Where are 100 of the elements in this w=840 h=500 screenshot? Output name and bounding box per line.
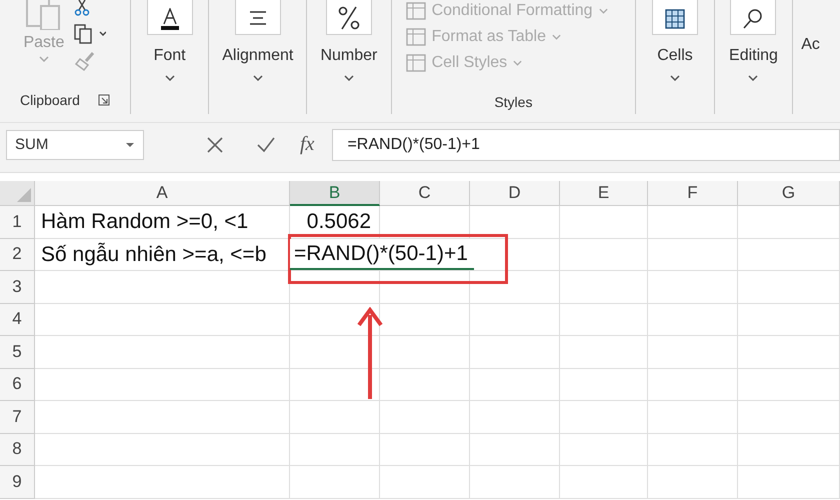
column-header[interactable]: A (35, 181, 290, 206)
table-cell[interactable] (738, 401, 840, 434)
table-cell[interactable] (380, 434, 470, 466)
table-cell[interactable] (470, 368, 560, 401)
table-cell[interactable] (35, 434, 290, 466)
ribbon-button-label[interactable]: Alignment (222, 47, 294, 65)
cell-editor[interactable]: =RAND()*(50-1)+1 (290, 238, 474, 270)
table-cell[interactable] (560, 304, 648, 336)
ribbon-button[interactable] (326, 0, 372, 35)
table-cell[interactable] (738, 466, 840, 498)
table-cell[interactable] (35, 368, 290, 401)
ribbon-button-label[interactable]: Number (320, 47, 378, 65)
row-header[interactable]: 6 (0, 368, 35, 401)
table-cell[interactable] (35, 401, 290, 434)
table-cell[interactable] (648, 238, 738, 271)
chevron-icon[interactable] (252, 75, 263, 81)
table-cell[interactable] (560, 271, 648, 304)
row-header[interactable]: 4 (0, 304, 35, 336)
table-cell[interactable] (648, 304, 738, 336)
column-header[interactable]: D (470, 181, 560, 206)
table-cell[interactable] (290, 304, 380, 336)
table-cell[interactable] (290, 336, 380, 368)
row-header[interactable]: 9 (0, 466, 35, 498)
table-cell[interactable] (290, 401, 380, 434)
table-cell[interactable] (290, 466, 380, 498)
row-header[interactable]: 1 (0, 206, 35, 238)
select-all-corner[interactable] (0, 181, 35, 206)
row-header[interactable]: 3 (0, 271, 35, 304)
table-cell[interactable] (560, 434, 648, 466)
table-cell[interactable] (738, 434, 840, 466)
table-cell[interactable] (470, 401, 560, 434)
ribbon-button[interactable] (652, 0, 698, 35)
ribbon-button[interactable] (234, 0, 281, 35)
chevron-icon[interactable] (748, 75, 758, 81)
formula-input[interactable]: =RAND()*(50-1)+1 (332, 128, 840, 160)
chevron-icon[interactable] (164, 75, 175, 81)
row-header[interactable]: 2 (0, 238, 35, 271)
cancel-icon[interactable] (206, 136, 224, 154)
table-cell[interactable] (648, 401, 738, 434)
table-cell[interactable] (738, 206, 840, 238)
table-cell[interactable] (738, 368, 840, 401)
table-cell[interactable] (35, 466, 290, 498)
column-header[interactable]: E (560, 181, 648, 206)
table-cell[interactable] (470, 304, 560, 336)
table-cell[interactable] (648, 434, 738, 466)
table-cell[interactable] (470, 466, 560, 498)
table-cell[interactable] (470, 206, 560, 238)
table-cell[interactable]: =RAND()*(50-1)+1 (290, 238, 560, 271)
table-cell[interactable] (648, 466, 738, 498)
table-cell[interactable] (648, 271, 738, 304)
table-cell[interactable]: Hàm Random >=0, <1 (35, 206, 290, 238)
ribbon-button-label[interactable]: Ac (801, 36, 820, 54)
table-cell[interactable] (560, 206, 648, 238)
ribbon-button[interactable] (146, 0, 193, 35)
chevron-icon[interactable] (670, 75, 680, 81)
table-cell[interactable] (290, 271, 380, 304)
column-header[interactable]: B (290, 181, 380, 206)
table-cell[interactable] (648, 336, 738, 368)
table-cell[interactable] (35, 336, 290, 368)
column-header[interactable]: G (738, 181, 840, 206)
table-cell[interactable] (470, 271, 560, 304)
checkmark-icon[interactable] (256, 136, 276, 154)
insert-function-button[interactable]: fx (300, 133, 314, 156)
brush-icon[interactable] (74, 52, 96, 72)
table-cell[interactable] (560, 368, 648, 401)
table-cell[interactable] (380, 271, 470, 304)
ribbon-button-label[interactable]: Editing (729, 47, 778, 65)
ribbon-button[interactable] (730, 0, 776, 35)
table-cell[interactable] (380, 401, 470, 434)
table-cell[interactable] (35, 304, 290, 336)
table-cell[interactable] (648, 206, 738, 238)
table-cell[interactable] (470, 434, 560, 466)
table-cell[interactable] (380, 304, 470, 336)
scissors-icon[interactable] (74, 0, 90, 16)
table-cell[interactable] (560, 238, 648, 271)
table-cell[interactable] (560, 401, 648, 434)
table-cell[interactable] (560, 466, 648, 498)
table-cell[interactable] (560, 336, 648, 368)
table-cell[interactable] (380, 466, 470, 498)
copy-icon[interactable] (74, 24, 106, 44)
row-header[interactable]: 5 (0, 336, 35, 368)
chevron-icon[interactable] (344, 75, 354, 81)
ribbon-button-label[interactable]: Cells (657, 47, 693, 65)
column-header[interactable]: C (380, 181, 470, 206)
table-cell[interactable] (738, 304, 840, 336)
table-cell[interactable] (380, 368, 470, 401)
ribbon-button-label[interactable]: Font (154, 47, 186, 65)
table-cell[interactable] (290, 434, 380, 466)
column-header[interactable]: F (648, 181, 738, 206)
dropdown-icon[interactable] (125, 142, 135, 148)
table-cell[interactable] (738, 271, 840, 304)
row-header[interactable]: 8 (0, 434, 35, 466)
row-header[interactable]: 7 (0, 401, 35, 434)
dialog-launcher-icon[interactable] (98, 94, 110, 106)
paste-icon[interactable] (24, 0, 63, 30)
table-cell[interactable] (290, 368, 380, 401)
table-cell[interactable] (648, 368, 738, 401)
table-cell[interactable] (738, 336, 840, 368)
name-box[interactable]: SUM (6, 130, 144, 160)
table-cell[interactable] (738, 238, 840, 271)
